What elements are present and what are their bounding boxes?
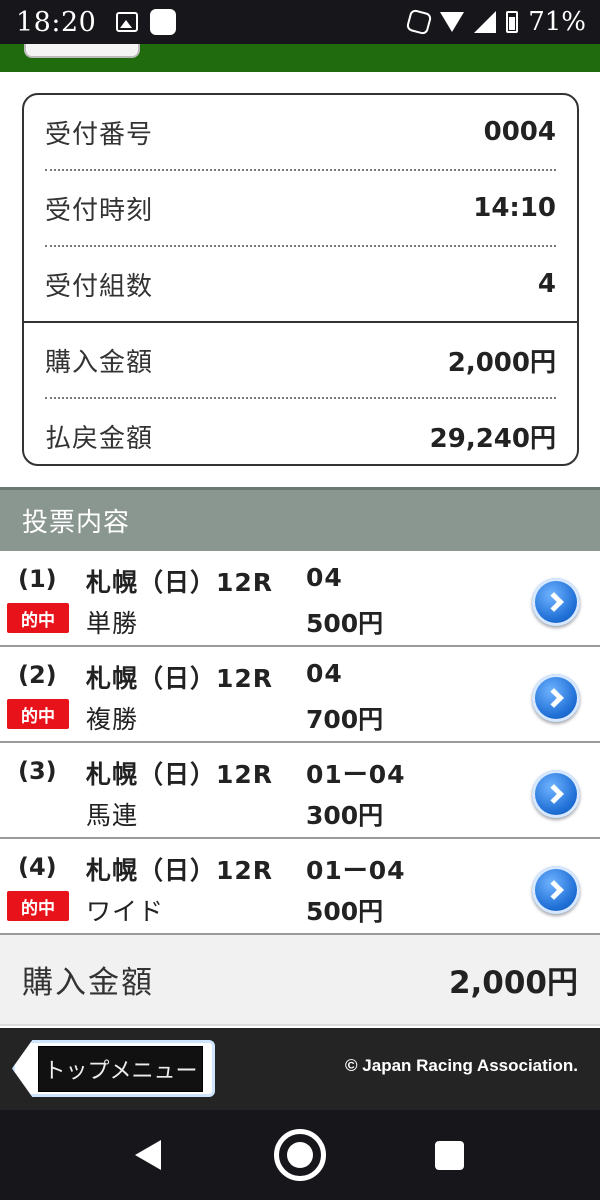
recents-icon[interactable] xyxy=(435,1141,464,1170)
wifi-icon xyxy=(440,12,465,32)
detail-arrow-button[interactable] xyxy=(532,674,580,722)
detail-arrow-button[interactable] xyxy=(532,578,580,626)
bet-item[interactable]: (2) 的中 札幌（日）12R 04 複勝 700円 xyxy=(0,647,600,743)
receipt-card: 受付番号 0004 受付時刻 14:10 受付組数 4 購入金額 2,000円 … xyxy=(22,93,579,466)
receipt-row-time: 受付時刻 14:10 xyxy=(24,171,577,245)
status-left-icons xyxy=(116,9,177,35)
bet-number: (3) xyxy=(18,757,57,785)
bet-combination: 04 xyxy=(306,659,343,688)
total-label: 購入金額 xyxy=(22,965,154,1001)
receipt-label: 受付時刻 xyxy=(45,195,154,226)
header-strip xyxy=(0,44,600,72)
receipt-label: 払戻金額 xyxy=(45,423,154,454)
bet-race: 札幌（日）12R xyxy=(86,856,274,885)
chevron-right-icon xyxy=(543,592,564,612)
top-menu-button[interactable]: トップメニュー xyxy=(12,1040,215,1097)
status-time: 18:20 xyxy=(16,6,97,38)
receipt-row-payout: 払戻金額 29,240円 xyxy=(24,399,577,473)
hit-badge: 的中 xyxy=(7,603,69,633)
section-header-bet-content: 投票内容 xyxy=(0,487,600,551)
bet-type: ワイド xyxy=(86,897,165,926)
receipt-value: 2,000円 xyxy=(447,347,556,378)
top-menu-label: トップメニュー xyxy=(38,1045,203,1092)
bet-number: (4) xyxy=(18,853,57,881)
status-bar: 18:20 71% xyxy=(0,0,600,44)
receipt-row-number: 受付番号 0004 xyxy=(24,95,577,169)
header-back-tab[interactable] xyxy=(24,44,140,58)
android-nav-bar xyxy=(0,1110,600,1200)
receipt-row-purchase: 購入金額 2,000円 xyxy=(24,323,577,397)
chevron-right-icon xyxy=(543,688,564,708)
copyright: © Japan Racing Association. xyxy=(345,1056,578,1075)
footer: トップメニュー © Japan Racing Association. xyxy=(0,1028,600,1110)
bet-type: 単勝 xyxy=(86,609,139,638)
bet-type: 複勝 xyxy=(86,705,139,734)
bet-race: 札幌（日）12R xyxy=(86,568,274,597)
app-square-icon xyxy=(150,9,177,35)
receipt-label: 受付組数 xyxy=(45,271,154,302)
home-icon[interactable] xyxy=(274,1129,326,1181)
bet-item[interactable]: (1) 的中 札幌（日）12R 04 単勝 500円 xyxy=(0,551,600,647)
bet-combination: 01ー04 xyxy=(306,856,406,885)
detail-arrow-button[interactable] xyxy=(532,770,580,818)
receipt-value: 4 xyxy=(537,269,556,299)
bet-amount: 300円 xyxy=(306,801,384,830)
bet-race: 札幌（日）12R xyxy=(86,664,274,693)
hit-badge: 的中 xyxy=(7,699,69,729)
bet-item[interactable]: (3) 札幌（日）12R 01ー04 馬連 300円 xyxy=(0,743,600,839)
image-icon xyxy=(116,12,139,32)
bet-item[interactable]: (4) 的中 札幌（日）12R 01ー04 ワイド 500円 xyxy=(0,839,600,935)
detail-arrow-button[interactable] xyxy=(532,866,580,914)
bet-number: (2) xyxy=(18,661,57,689)
bet-combination: 04 xyxy=(306,563,343,592)
purchase-total-row: 購入金額 2,000円 xyxy=(0,935,600,1026)
signal-icon xyxy=(474,11,497,33)
bet-combination: 01ー04 xyxy=(306,760,406,789)
bet-amount: 500円 xyxy=(306,609,384,638)
nfc-icon xyxy=(405,8,433,36)
chevron-right-icon xyxy=(543,784,564,804)
total-value: 2,000円 xyxy=(448,965,578,1001)
receipt-label: 受付番号 xyxy=(45,119,154,150)
receipt-label: 購入金額 xyxy=(45,347,154,378)
chevron-right-icon xyxy=(543,880,564,900)
receipt-value: 14:10 xyxy=(473,193,556,223)
receipt-value: 29,240円 xyxy=(429,423,556,454)
bet-amount: 500円 xyxy=(306,897,384,926)
receipt-row-count: 受付組数 4 xyxy=(24,247,577,321)
hit-badge: 的中 xyxy=(7,891,69,921)
status-right-icons: 71% xyxy=(405,7,586,37)
receipt-value: 0004 xyxy=(483,117,556,147)
bet-amount: 700円 xyxy=(306,705,384,734)
bet-number: (1) xyxy=(18,565,57,593)
back-icon[interactable] xyxy=(135,1140,161,1170)
bet-type: 馬連 xyxy=(86,801,139,830)
bet-list: (1) 的中 札幌（日）12R 04 単勝 500円 (2) 的中 札幌（日）1… xyxy=(0,551,600,935)
bet-race: 札幌（日）12R xyxy=(86,760,274,789)
battery-percent: 71% xyxy=(528,7,586,37)
battery-icon xyxy=(506,11,519,33)
